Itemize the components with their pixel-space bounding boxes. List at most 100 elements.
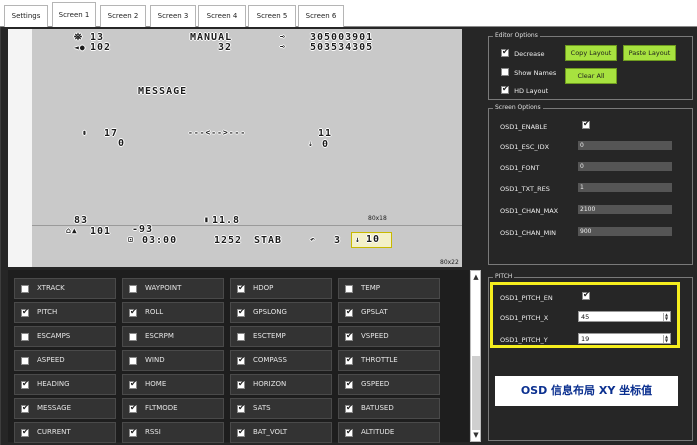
element-toggle-current[interactable]: CURRENT <box>14 422 116 443</box>
osd-heading-box[interactable]: 10 <box>366 234 380 245</box>
element-checkbox[interactable] <box>129 403 137 413</box>
clear-all-button[interactable]: Clear All <box>565 68 617 84</box>
osd-wp[interactable]: 3 <box>334 235 341 246</box>
osd-roll[interactable]: 0 <box>118 138 125 149</box>
element-toggle-escrpm[interactable]: ESCRPM <box>122 326 224 347</box>
tab-screen-1[interactable]: Screen 1 <box>52 2 96 27</box>
osd-pitch[interactable]: 17 <box>104 128 118 139</box>
element-toggle-vspeed[interactable]: VSPEED <box>338 326 440 347</box>
osd-time[interactable]: 03:00 <box>142 235 177 246</box>
element-checkbox[interactable] <box>345 403 353 413</box>
element-checkbox[interactable] <box>237 427 245 437</box>
element-toggle-gpslong[interactable]: GPSLONG <box>230 302 332 323</box>
osd-home-dist[interactable]: 101 <box>90 226 111 237</box>
osd-speed-top[interactable]: 32 <box>218 42 232 53</box>
tab-screen-6[interactable]: Screen 6 <box>298 5 344 27</box>
element-checkbox[interactable] <box>21 427 29 437</box>
element-checkbox[interactable] <box>345 307 353 317</box>
element-toggle-throttle[interactable]: THROTTLE <box>338 350 440 371</box>
element-toggle-fltmode[interactable]: FLTMODE <box>122 398 224 419</box>
element-toggle-batused[interactable]: BATUSED <box>338 398 440 419</box>
tab-screen-3[interactable]: Screen 3 <box>150 5 196 27</box>
element-checkbox[interactable] <box>129 379 137 389</box>
osd1-txt-res-field[interactable]: 1 <box>578 183 672 192</box>
show-names-option[interactable]: Show Names <box>501 67 556 77</box>
element-checkbox[interactable] <box>129 427 137 437</box>
element-toggle-waypoint[interactable]: WAYPOINT <box>122 278 224 299</box>
tab-screen-2[interactable]: Screen 2 <box>100 5 146 27</box>
element-checkbox[interactable] <box>21 285 29 293</box>
element-toggle-wind[interactable]: WIND <box>122 350 224 371</box>
element-checkbox[interactable] <box>237 283 245 293</box>
osd-climb[interactable]: 0 <box>322 139 329 150</box>
element-toggle-horizon[interactable]: HORIZON <box>230 374 332 395</box>
osd-horizon[interactable]: ---<-->--- <box>188 128 246 137</box>
osd-alt-top[interactable]: 102 <box>90 42 111 53</box>
element-checkbox[interactable] <box>129 307 137 317</box>
element-toggle-message[interactable]: MESSAGE <box>14 398 116 419</box>
element-toggle-sats[interactable]: SATS <box>230 398 332 419</box>
element-toggle-heading[interactable]: HEADING <box>14 374 116 395</box>
element-checkbox[interactable] <box>345 285 353 293</box>
osd-alt-right[interactable]: 11 <box>318 128 332 139</box>
element-toggle-gspeed[interactable]: GSPEED <box>338 374 440 395</box>
element-checkbox[interactable] <box>129 333 137 341</box>
element-checkbox[interactable] <box>237 403 245 413</box>
hd-layout-option[interactable]: HD Layout <box>501 84 548 95</box>
tab-screen-5[interactable]: Screen 5 <box>248 5 296 27</box>
osd1-font-field[interactable]: 0 <box>578 162 672 171</box>
element-checkbox[interactable] <box>345 331 353 341</box>
element-toggle-pitch[interactable]: PITCH <box>14 302 116 323</box>
decrease-checkbox[interactable] <box>501 47 509 57</box>
element-toggle-gpslat[interactable]: GPSLAT <box>338 302 440 323</box>
element-toggle-rssi[interactable]: RSSI <box>122 422 224 443</box>
element-toggle-aspeed[interactable]: ASPEED <box>14 350 116 371</box>
element-toggle-esctemp[interactable]: ESCTEMP <box>230 326 332 347</box>
element-toggle-xtrack[interactable]: XTRACK <box>14 278 116 299</box>
element-toggle-compass[interactable]: COMPASS <box>230 350 332 371</box>
scrollbar-thumb[interactable] <box>472 356 480 430</box>
element-checkbox[interactable] <box>237 355 245 365</box>
element-toggle-home[interactable]: HOME <box>122 374 224 395</box>
element-toggle-escamps[interactable]: ESCAMPS <box>14 326 116 347</box>
copy-layout-button[interactable]: Copy Layout <box>565 45 617 61</box>
osd-batused[interactable]: 1252 <box>214 235 242 246</box>
osd-dist[interactable]: 83 <box>74 215 88 226</box>
osd-preview[interactable]: ⛯ 13 ◄● 102 MANUAL 32 ⊸ 305003901 ⊸ 5035… <box>8 29 462 267</box>
element-checkbox[interactable] <box>237 307 245 317</box>
show-names-checkbox[interactable] <box>501 68 509 76</box>
osd1-enable-checkbox[interactable] <box>582 119 590 129</box>
osd1-chan-min-field[interactable]: 900 <box>578 227 672 236</box>
paste-layout-button[interactable]: Paste Layout <box>623 45 676 61</box>
element-checkbox[interactable] <box>21 333 29 341</box>
tab-settings[interactable]: Settings <box>4 5 48 27</box>
decrease-option[interactable]: Decrease <box>501 47 545 58</box>
osd-message[interactable]: MESSAGE <box>138 86 187 97</box>
element-toggle-roll[interactable]: ROLL <box>122 302 224 323</box>
scroll-up-icon[interactable]: ▲ <box>472 272 480 282</box>
scroll-down-icon[interactable]: ▼ <box>472 430 480 440</box>
element-checkbox[interactable] <box>237 333 245 341</box>
tab-screen-4[interactable]: Screen 4 <box>198 5 246 27</box>
element-checkbox[interactable] <box>345 355 353 365</box>
element-checkbox[interactable] <box>21 379 29 389</box>
element-toggle-altitude[interactable]: ALTITUDE <box>338 422 440 443</box>
element-checkbox[interactable] <box>21 357 29 365</box>
osd-lon[interactable]: 503534305 <box>310 42 373 53</box>
element-toggle-hdop[interactable]: HDOP <box>230 278 332 299</box>
element-checkbox[interactable] <box>345 427 353 437</box>
osd1-chan-max-field[interactable]: 2100 <box>578 205 672 214</box>
element-toggle-temp[interactable]: TEMP <box>338 278 440 299</box>
element-checkbox[interactable] <box>21 307 29 317</box>
hd-layout-checkbox[interactable] <box>501 84 509 94</box>
element-checkbox[interactable] <box>237 379 245 389</box>
element-checkbox[interactable] <box>21 403 29 413</box>
element-toggle-bat-volt[interactable]: BAT_VOLT <box>230 422 332 443</box>
element-grid-scrollbar[interactable]: ▲ ▼ <box>470 270 481 442</box>
element-checkbox[interactable] <box>129 285 137 293</box>
osd-temp[interactable]: -93 <box>132 224 153 235</box>
osd1-esc-idx-field[interactable]: 0 <box>578 141 672 150</box>
osd-voltage[interactable]: 11.8 <box>212 215 240 226</box>
element-checkbox[interactable] <box>129 357 137 365</box>
element-checkbox[interactable] <box>345 379 353 389</box>
